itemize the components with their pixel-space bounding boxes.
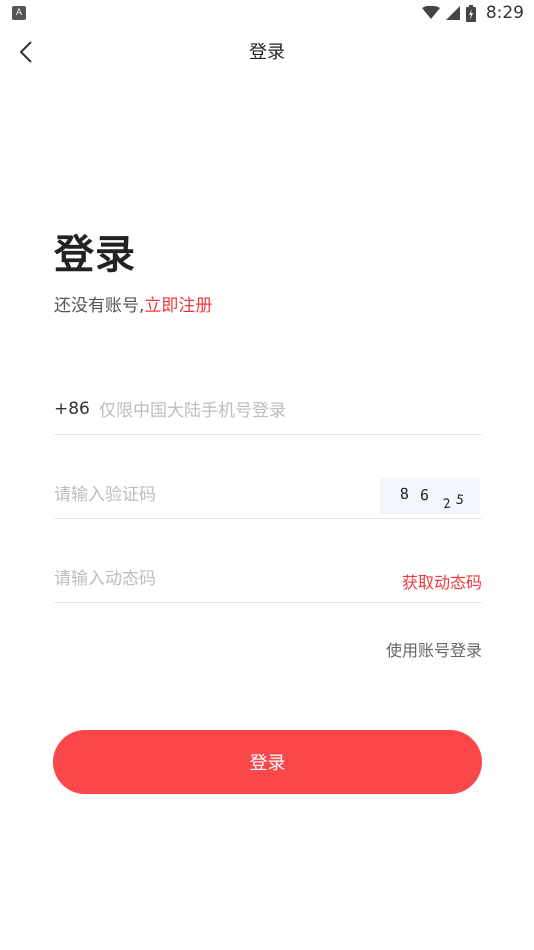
get-dynamic-code-button[interactable]: 获取动态码 (402, 569, 482, 593)
login-button[interactable]: 登录 (53, 730, 482, 794)
captcha-digit: 2 (442, 496, 452, 512)
notification-a-icon: A (12, 6, 26, 20)
dynamic-code-input[interactable] (54, 562, 374, 596)
captcha-field: 8 6 2 5 (54, 474, 482, 519)
wifi-icon (421, 6, 440, 19)
captcha-input[interactable] (54, 478, 364, 512)
captcha-digits: 8 6 2 5 (399, 485, 465, 513)
dynamic-code-field: 获取动态码 (54, 558, 482, 603)
account-login-link[interactable]: 使用账号登录 (386, 637, 482, 661)
phone-input[interactable] (99, 394, 479, 428)
captcha-digit: 8 (399, 485, 409, 504)
phone-field: +86 (54, 390, 482, 435)
register-link[interactable]: 立即注册 (144, 296, 212, 316)
page-heading: 登录 (54, 232, 136, 278)
status-bar: A 8:29 (0, 0, 534, 28)
battery-icon (465, 4, 476, 22)
login-page: A 8:29 登录 登录 还没有账号,立即注册 +86 仅限中国大陆手机号登录 … (0, 0, 534, 950)
captcha-digit: 6 (420, 486, 430, 504)
status-icons: 8:29 (421, 3, 524, 23)
captcha-image[interactable]: 8 6 2 5 (380, 478, 480, 514)
nav-bar: 登录 (0, 28, 534, 76)
signal-icon (445, 6, 460, 20)
country-code: +86 (54, 399, 90, 419)
register-prompt-text: 还没有账号, (54, 296, 145, 316)
register-prompt: 还没有账号,立即注册 (54, 291, 212, 316)
captcha-digit: 5 (455, 492, 465, 508)
nav-title: 登录 (249, 42, 285, 63)
status-time: 8:29 (485, 3, 524, 23)
